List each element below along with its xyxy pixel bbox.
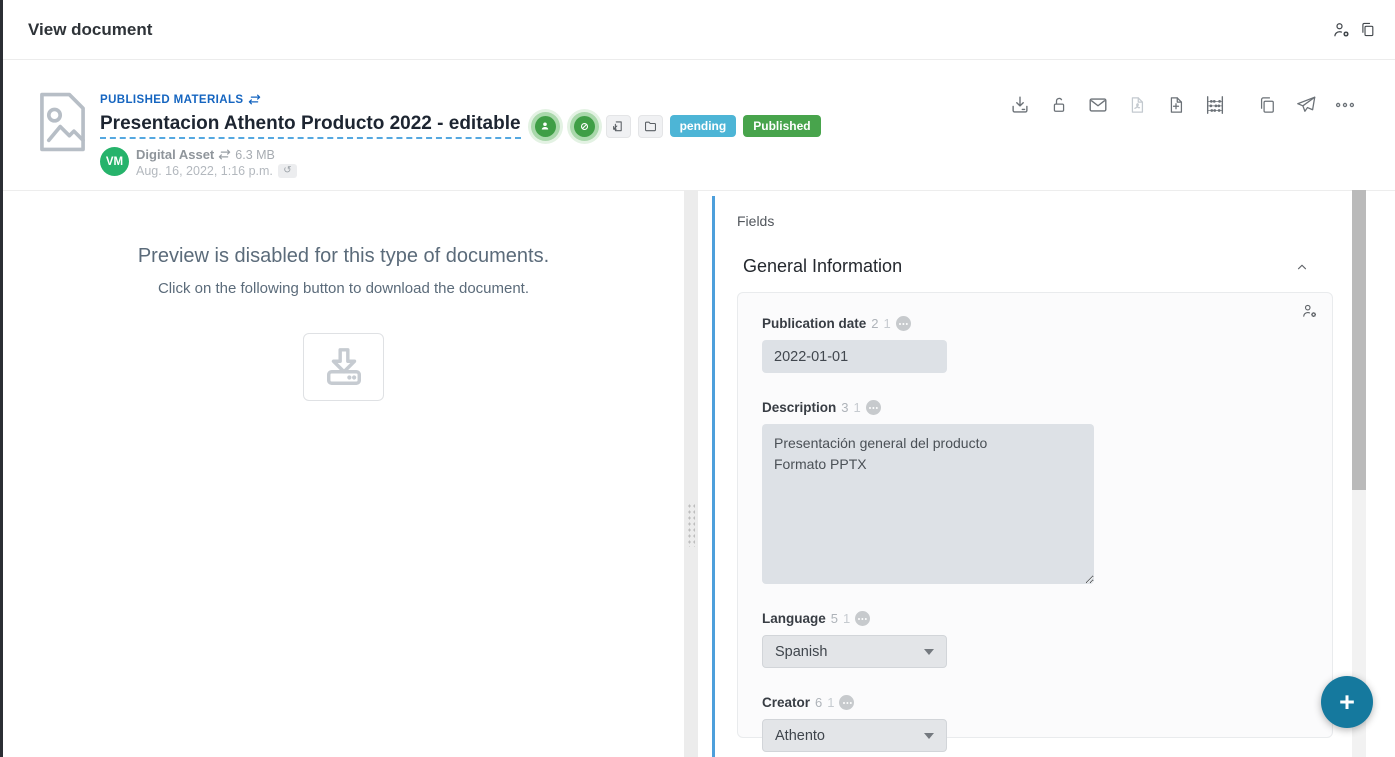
add-file-icon[interactable] [1165, 94, 1187, 116]
avatar[interactable]: VM [100, 147, 129, 176]
top-bar: View document [3, 0, 1395, 60]
preview-download-hint: Click on the following button to downloa… [3, 280, 684, 297]
creator-select[interactable]: Athento [762, 719, 947, 752]
panel-accent-edge [712, 196, 715, 757]
field-num: 1 [843, 611, 850, 626]
download-icon[interactable] [1009, 94, 1031, 116]
scrollbar-thumb[interactable] [1352, 190, 1366, 490]
pdf-icon[interactable] [1126, 94, 1148, 116]
field-options-icon[interactable] [866, 400, 881, 415]
field-num: 3 [841, 400, 848, 415]
status-badge-published: Published [743, 115, 820, 137]
globe-state-icon[interactable] [570, 112, 599, 141]
general-information-card: Publication date 2 1 Description 3 1 Pre… [737, 292, 1333, 738]
preview-pane: Preview is disabled for this type of doc… [3, 191, 684, 757]
language-select[interactable]: Spanish [762, 635, 947, 668]
user-settings-icon[interactable] [1332, 20, 1352, 40]
field-permissions-icon[interactable] [1301, 302, 1319, 320]
modified-date: Aug. 16, 2022, 1:16 p.m. [136, 164, 273, 178]
breadcrumb[interactable]: PUBLISHED MATERIALS [100, 94, 243, 106]
field-options-icon[interactable] [839, 695, 854, 710]
language-select-value: Spanish [775, 644, 827, 660]
send-icon[interactable] [1295, 94, 1317, 116]
field-num: 6 [815, 695, 822, 710]
field-label-description: Description [762, 400, 836, 415]
app-window: View document PUB [0, 0, 1395, 757]
lock-icon[interactable] [1048, 94, 1070, 116]
description-textarea[interactable]: Presentación general del producto Format… [762, 424, 1094, 584]
document-toolbar [1009, 94, 1356, 116]
document-type-label: Digital Asset [136, 147, 214, 162]
document-header: PUBLISHED MATERIALS Presentacion Athento… [100, 92, 821, 178]
status-badge-pending: pending [670, 115, 737, 137]
fields-panel: Fields General Information Publicati [712, 196, 1352, 757]
field-label-publication-date: Publication date [762, 316, 866, 331]
field-num: 1 [854, 400, 861, 415]
email-icon[interactable] [1087, 94, 1109, 116]
file-size: 6.3 MB [235, 148, 275, 162]
fields-panel-title: Fields [737, 213, 1352, 229]
field-num: 5 [831, 611, 838, 626]
pane-splitter[interactable] [684, 190, 698, 757]
swap-icon [248, 94, 261, 105]
preview-disabled-message: Preview is disabled for this type of doc… [3, 245, 684, 268]
document-type-icon [35, 90, 90, 154]
download-document-button[interactable] [303, 333, 384, 401]
collapse-section-icon[interactable] [1294, 259, 1310, 275]
more-icon[interactable] [1334, 94, 1356, 116]
publication-date-input[interactable] [762, 340, 947, 373]
page-title: View document [28, 20, 152, 40]
field-num: 1 [884, 316, 891, 331]
field-options-icon[interactable] [896, 316, 911, 331]
copy-icon[interactable] [1256, 94, 1278, 116]
field-num: 1 [827, 695, 834, 710]
scrollbar-track[interactable] [1352, 190, 1366, 757]
chevron-down-icon [924, 733, 934, 739]
export-document-icon[interactable] [606, 115, 631, 138]
creator-select-value: Athento [775, 728, 825, 744]
abacus-icon[interactable] [1204, 94, 1226, 116]
folder-icon[interactable] [638, 115, 663, 138]
field-options-icon[interactable] [855, 611, 870, 626]
add-button[interactable]: + [1321, 676, 1373, 728]
section-title: General Information [743, 256, 902, 277]
splitter-grip-icon [687, 503, 695, 547]
history-icon[interactable] [278, 164, 297, 178]
document-title[interactable]: Presentacion Athento Producto 2022 - edi… [100, 113, 521, 139]
copy-pages-icon[interactable] [1357, 20, 1377, 40]
field-label-language: Language [762, 611, 826, 626]
field-label-creator: Creator [762, 695, 810, 710]
field-num: 2 [871, 316, 878, 331]
chevron-down-icon [924, 649, 934, 655]
swap-icon [218, 149, 231, 160]
user-state-icon[interactable] [531, 112, 560, 141]
